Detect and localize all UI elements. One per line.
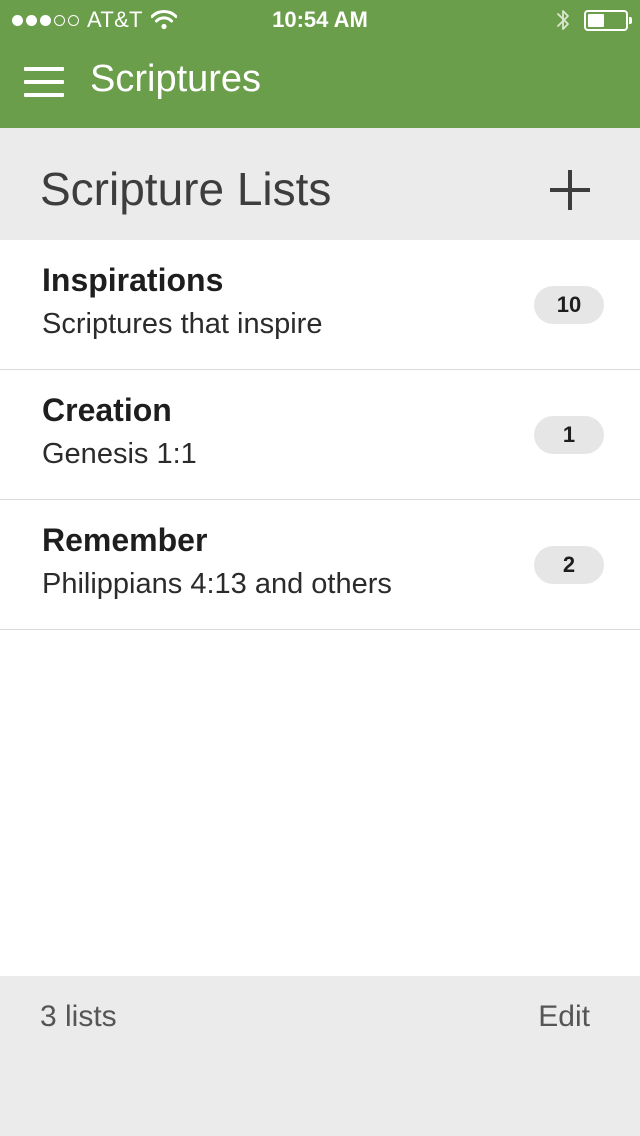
count-badge: 1 [534, 416, 604, 454]
list-item[interactable]: Creation Genesis 1:1 1 [0, 370, 640, 500]
edit-button[interactable]: Edit [538, 1000, 590, 1034]
list-item-subtitle: Genesis 1:1 [42, 438, 197, 470]
bluetooth-icon [556, 8, 570, 32]
navigation-bar: Scriptures [0, 40, 640, 128]
battery-fill [588, 13, 604, 27]
plus-icon-stem [568, 170, 572, 210]
count-badge: 10 [534, 286, 604, 324]
menu-line [24, 93, 64, 97]
scripture-list: Inspirations Scriptures that inspire 10 … [0, 240, 640, 630]
list-count-label: 3 lists [40, 1000, 117, 1033]
list-item-title: Creation [42, 392, 172, 428]
battery-nub [629, 16, 632, 24]
footer-toolbar: 3 lists Edit [0, 976, 640, 1136]
nav-title: Scriptures [90, 58, 262, 100]
hamburger-menu-icon[interactable] [24, 60, 72, 104]
list-item[interactable]: Remember Philippians 4:13 and others 2 [0, 500, 640, 630]
list-item-title: Inspirations [42, 262, 224, 298]
status-right [556, 8, 632, 32]
list-item-subtitle: Scriptures that inspire [42, 308, 323, 340]
status-bar: AT&T 10:54 AM [0, 0, 640, 40]
add-list-button[interactable] [540, 160, 600, 220]
list-item-title: Remember [42, 522, 208, 558]
list-item-subtitle: Philippians 4:13 and others [42, 568, 392, 600]
section-title: Scripture Lists [40, 163, 332, 215]
list-item[interactable]: Inspirations Scriptures that inspire 10 [0, 240, 640, 370]
status-time: 10:54 AM [272, 7, 368, 32]
battery-icon [584, 9, 632, 31]
menu-line [24, 80, 64, 84]
menu-line [24, 67, 64, 71]
top-bar: AT&T 10:54 AM Scriptures [0, 0, 640, 128]
count-badge: 2 [534, 546, 604, 584]
